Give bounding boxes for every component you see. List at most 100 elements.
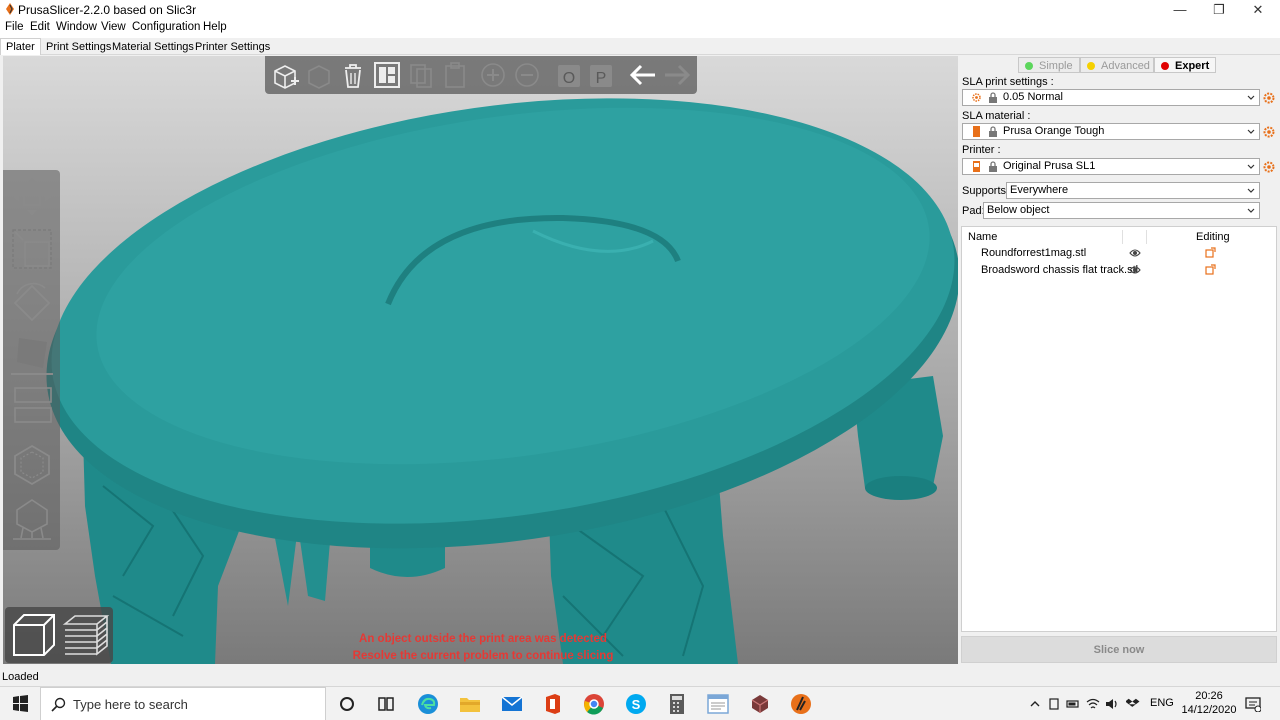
mail-icon[interactable] xyxy=(500,692,524,716)
edge-browser-icon[interactable] xyxy=(416,692,440,716)
cut-gizmo-icon[interactable] xyxy=(9,382,55,428)
windows-taskbar: Type here to search S ENG 20:26 14/12/20… xyxy=(0,686,1280,720)
clock-date[interactable]: 14/12/2020 xyxy=(1176,704,1242,716)
notifications-icon[interactable] xyxy=(1245,696,1261,712)
printer-icon xyxy=(973,161,980,172)
3d-view-icon[interactable] xyxy=(9,610,59,660)
object-name: Broadsword chassis flat track.stl xyxy=(981,264,1139,276)
sidebar: Simple Advanced Expert SLA print setting… xyxy=(958,56,1280,664)
mode-expert-button[interactable]: Expert xyxy=(1154,57,1216,73)
edit-settings-icon[interactable] xyxy=(1205,247,1216,258)
svg-text:O: O xyxy=(563,70,575,87)
paste-icon[interactable] xyxy=(439,59,471,91)
close-button[interactable]: ✕ xyxy=(1240,0,1276,20)
redo-icon[interactable] xyxy=(661,59,693,91)
chevron-up-icon[interactable] xyxy=(1028,697,1042,711)
eye-icon[interactable] xyxy=(1129,248,1141,258)
clock-time[interactable]: 20:26 xyxy=(1180,690,1238,702)
eye-icon[interactable] xyxy=(1129,265,1141,275)
arrange-icon[interactable] xyxy=(371,59,403,91)
printer-dropdown[interactable]: Original Prusa SL1 xyxy=(962,158,1260,175)
object-list-header-name[interactable]: Name xyxy=(968,231,997,243)
view-switch xyxy=(5,607,113,663)
task-view-icon[interactable] xyxy=(374,692,398,716)
sla-print-settings-dropdown[interactable]: 0.05 Normal xyxy=(962,89,1260,106)
advanced-mode-dot-icon xyxy=(1087,62,1095,70)
device-icon[interactable] xyxy=(1047,697,1061,711)
prusaslicer-taskbar-icon[interactable] xyxy=(789,692,813,716)
3d-viewport[interactable]: O P An object outside the print area was… xyxy=(3,56,958,664)
header-divider xyxy=(1146,230,1147,244)
place-on-face-icon[interactable] xyxy=(9,332,55,378)
cortana-icon[interactable] xyxy=(335,692,359,716)
sla-material-dropdown[interactable]: Prusa Orange Tough xyxy=(962,123,1260,140)
object-row[interactable]: Roundforrest1mag.stl xyxy=(962,245,1276,262)
volume-icon[interactable] xyxy=(1105,697,1119,711)
mode-simple-button[interactable]: Simple xyxy=(1018,57,1080,73)
svg-text:S: S xyxy=(632,697,641,712)
copy-icon[interactable] xyxy=(405,59,437,91)
edit-material-preset-gear-icon[interactable] xyxy=(1262,125,1276,139)
remove-instance-icon[interactable] xyxy=(511,59,543,91)
sla-print-settings-value: 0.05 Normal xyxy=(1003,91,1063,103)
menu-window[interactable]: Window xyxy=(56,21,97,33)
supports-dropdown[interactable]: Everywhere xyxy=(1006,182,1260,199)
wifi-icon[interactable] xyxy=(1086,697,1100,711)
menu-configuration[interactable]: Configuration xyxy=(132,21,200,33)
object-list-header-editing[interactable]: Editing xyxy=(1196,231,1230,243)
notepad-window-icon[interactable] xyxy=(706,692,730,716)
tab-material-settings[interactable]: Material Settings xyxy=(106,38,200,55)
sla-supports-gizmo-icon[interactable] xyxy=(9,496,55,542)
add-instance-icon[interactable] xyxy=(477,59,509,91)
pad-dropdown[interactable]: Below object xyxy=(983,202,1260,219)
warning-line-1: An object outside the print area was det… xyxy=(359,633,607,645)
menu-view[interactable]: View xyxy=(101,21,126,33)
chrome-icon[interactable] xyxy=(582,692,606,716)
office-icon[interactable] xyxy=(541,692,565,716)
skype-icon[interactable]: S xyxy=(624,692,648,716)
tab-plater[interactable]: Plater xyxy=(0,38,41,55)
dropbox-icon[interactable] xyxy=(1126,697,1140,711)
rotate-gizmo-icon[interactable] xyxy=(9,280,55,326)
add-object-icon[interactable] xyxy=(269,59,301,91)
edit-settings-icon[interactable] xyxy=(1205,264,1216,275)
hollow-gizmo-icon[interactable] xyxy=(9,442,55,488)
menu-help[interactable]: Help xyxy=(203,21,227,33)
delete-all-icon[interactable] xyxy=(337,59,369,91)
menu-file[interactable]: File xyxy=(5,21,24,33)
edit-print-preset-gear-icon[interactable] xyxy=(1262,91,1276,105)
delete-object-icon[interactable] xyxy=(303,59,335,91)
menu-edit[interactable]: Edit xyxy=(30,21,50,33)
mode-advanced-label: Advanced xyxy=(1101,60,1150,72)
move-gizmo-icon[interactable] xyxy=(9,174,55,220)
calculator-icon[interactable] xyxy=(665,692,689,716)
object-row[interactable]: Broadsword chassis flat track.stl xyxy=(962,262,1276,279)
lock-icon xyxy=(989,161,997,172)
mode-advanced-button[interactable]: Advanced xyxy=(1080,57,1154,73)
minimize-button[interactable]: — xyxy=(1162,0,1198,20)
tab-printer-settings[interactable]: Printer Settings xyxy=(189,38,276,55)
scale-gizmo-icon[interactable] xyxy=(9,226,55,272)
left-toolbar xyxy=(3,170,60,550)
status-bar: Loaded xyxy=(0,664,1280,686)
model-scene[interactable] xyxy=(3,56,958,664)
sla-print-settings-label: SLA print settings : xyxy=(962,76,1054,88)
battery-icon[interactable] xyxy=(1066,697,1080,711)
taskbar-search-box[interactable]: Type here to search xyxy=(40,687,326,720)
3d-app-icon[interactable] xyxy=(748,692,772,716)
split-objects-icon[interactable]: O xyxy=(553,59,585,91)
maximize-button[interactable]: ❐ xyxy=(1201,0,1237,20)
printer-value: Original Prusa SL1 xyxy=(1003,160,1096,172)
file-explorer-icon[interactable] xyxy=(458,692,482,716)
windows-start-icon[interactable] xyxy=(0,687,40,720)
simple-mode-dot-icon xyxy=(1025,62,1033,70)
title-bar: PrusaSlicer-2.2.0 based on Slic3r — ❐ ✕ xyxy=(0,0,1280,20)
slice-now-button[interactable]: Slice now xyxy=(961,636,1277,663)
preview-layers-icon[interactable] xyxy=(61,610,111,660)
edit-printer-preset-gear-icon[interactable] xyxy=(1262,160,1276,174)
split-parts-icon[interactable]: P xyxy=(585,59,617,91)
search-placeholder: Type here to search xyxy=(73,697,188,712)
language-indicator[interactable]: ENG xyxy=(1150,697,1174,709)
undo-icon[interactable] xyxy=(627,59,659,91)
chevron-down-icon xyxy=(1247,208,1255,213)
